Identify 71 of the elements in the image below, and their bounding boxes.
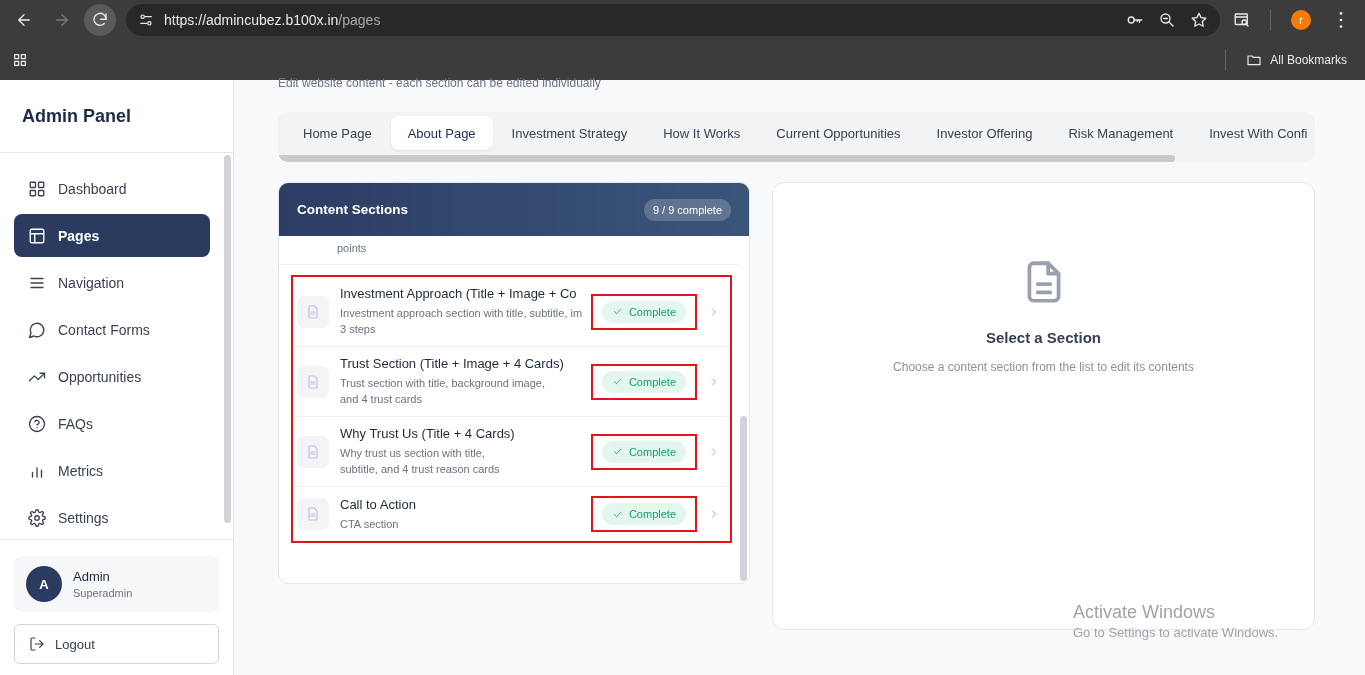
section-description: points (337, 241, 368, 256)
page-tab[interactable]: Current Opportunities (759, 116, 918, 150)
document-icon (305, 373, 321, 390)
sidebar-item[interactable]: Pages (14, 214, 210, 257)
status-badge: Complete (601, 503, 686, 525)
section-title: Why Trust Us (Title + 4 Cards) (340, 426, 516, 441)
section-title: Call to Action (340, 496, 417, 512)
scrollbar[interactable] (740, 416, 747, 581)
check-icon (611, 446, 623, 457)
page-subtitle: Edit website content - each section can be edited individually (278, 76, 601, 90)
user-role: Superadmin (73, 587, 133, 599)
sidebar-item[interactable]: Contact Forms (14, 308, 210, 351)
zoom-icon (1158, 11, 1176, 29)
gear-icon (28, 508, 46, 527)
sidebar-item[interactable]: Settings (14, 496, 210, 539)
section-title: Investment Approach (Title + Image + Co (340, 286, 578, 301)
document-icon (305, 303, 321, 320)
document-icon (305, 506, 321, 522)
forward-arrow-icon (53, 11, 71, 29)
empty-state-message: Choose a content section from the list to edit its contents (893, 360, 1194, 374)
check-icon (611, 306, 623, 317)
status-badge: Complete (601, 370, 686, 393)
page-tab[interactable]: Investment Strategy (494, 116, 645, 150)
sidebar-title: Admin Panel (0, 80, 233, 153)
user-avatar: A (26, 566, 62, 602)
sidebar-item[interactable]: FAQs (14, 402, 210, 445)
folder-icon (1246, 52, 1263, 68)
menu-icon (1339, 12, 1343, 28)
section-description: CTA section (340, 516, 400, 532)
section-description: Investment approach section with title, subtitle, im 3 steps (340, 306, 580, 337)
page-tab[interactable]: Investor Offering (919, 116, 1050, 150)
section-description: Trust section with title, background image, and 4 trust cards (340, 376, 547, 407)
status-badge: Complete (601, 440, 686, 463)
layout-icon (28, 226, 46, 245)
panel-title: Content Sections (297, 202, 408, 217)
chat-bubble-icon (28, 320, 46, 339)
section-description: Why trust us section with title, subtitle, and 4 trust reason cards (340, 446, 501, 477)
logout-icon (29, 636, 45, 652)
document-icon (305, 443, 321, 460)
reload-icon (91, 11, 109, 29)
url-text: https://admincubez.b100x.in/pages (164, 12, 382, 28)
sidebar-item[interactable]: Metrics (14, 449, 210, 492)
activation-notice-title: Activate Windows (1073, 602, 1217, 623)
status-badge: Complete (601, 300, 686, 323)
check-icon (611, 376, 623, 387)
window-search-icon (1233, 11, 1251, 29)
page-tab[interactable]: About Page (390, 116, 493, 150)
sidebar-item[interactable]: Dashboard (14, 167, 210, 210)
empty-state-title: Select a Section (985, 329, 1102, 346)
logout-button[interactable]: Logout (14, 624, 219, 664)
back-arrow-icon (15, 11, 33, 29)
reload-button[interactable] (84, 4, 116, 36)
apps-grid-icon (12, 52, 28, 68)
user-name: Admin (73, 569, 111, 584)
section-title: Trust Section (Title + Image + 4 Cards) (340, 356, 565, 371)
completion-count: 9 / 9 complete (643, 198, 731, 221)
bookmarks-folder[interactable]: All Bookmarks (1240, 48, 1353, 72)
page-tab[interactable]: Risk Management (1051, 116, 1191, 150)
grid-icon (28, 179, 46, 198)
star-icon (1190, 11, 1208, 29)
scrollbar[interactable] (224, 155, 231, 523)
page-tab[interactable]: How It Works (646, 116, 758, 150)
site-settings-icon (138, 12, 154, 28)
scrollbar[interactable] (278, 155, 1175, 162)
page-tab[interactable]: Home Page (286, 116, 389, 150)
sidebar-item[interactable]: Navigation (14, 261, 210, 304)
address-bar[interactable]: https://admincubez.b100x.in/pages (126, 4, 1220, 36)
sidebar-item[interactable]: Opportunities (14, 355, 210, 398)
help-icon (28, 414, 46, 433)
activation-notice-text: Go to Settings to activate Windows. (1073, 625, 1279, 640)
page-tab[interactable]: Invest With Confi (1192, 116, 1315, 150)
